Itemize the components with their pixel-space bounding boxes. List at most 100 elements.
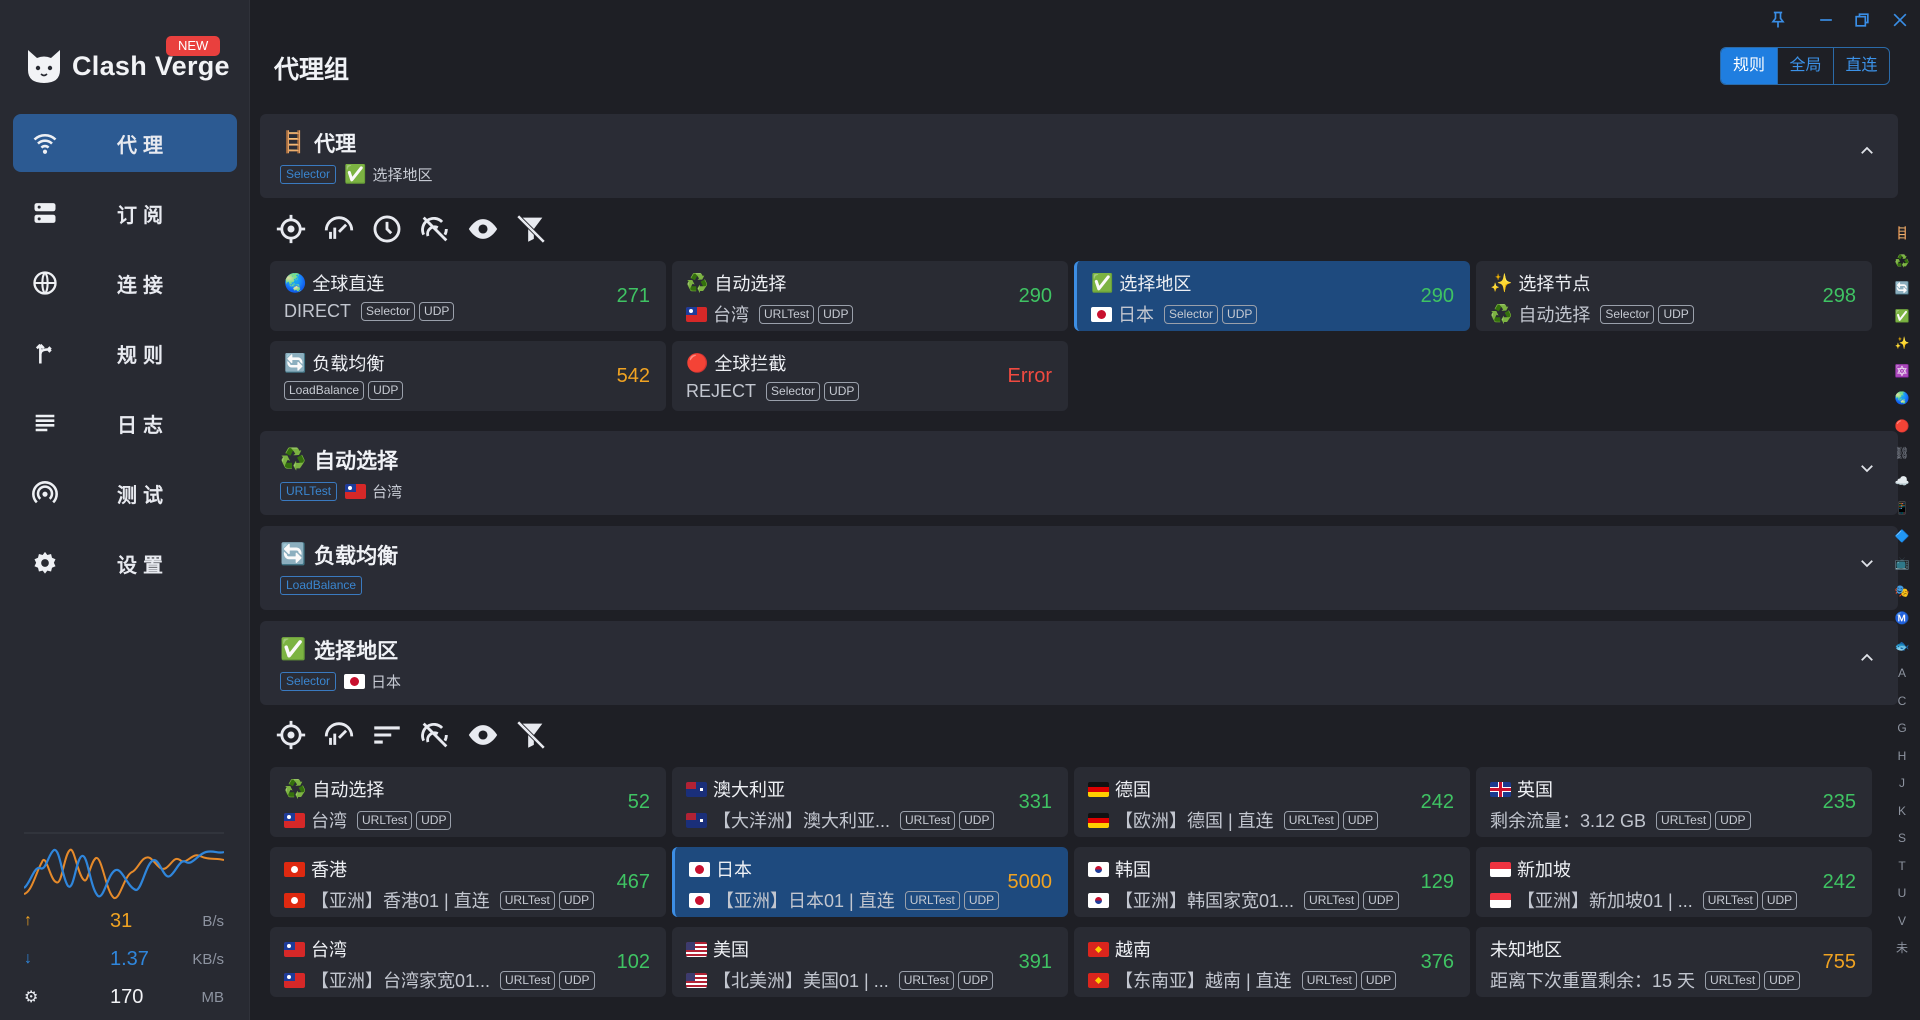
delay-value[interactable]: 755 <box>1823 951 1856 974</box>
chevron-down-icon[interactable] <box>1858 554 1876 572</box>
nav-item-3[interactable]: 规则 <box>13 324 237 382</box>
index-item[interactable]: ✨ <box>1890 330 1914 358</box>
delay-value[interactable]: 271 <box>617 285 650 308</box>
proxy-card[interactable]: ✅ 选择地区 日本 Selector UDP 290 <box>1074 261 1470 331</box>
proxy-card[interactable]: 台湾 【亚洲】台湾家宽01... URLTest UDP 102 <box>270 927 666 997</box>
proxy-card[interactable]: 美国 【北美洲】美国01 | ... URLTest UDP 391 <box>672 927 1068 997</box>
delay-value[interactable]: 391 <box>1019 951 1052 974</box>
index-item[interactable]: A <box>1890 660 1914 688</box>
latency-off-icon[interactable] <box>418 718 452 752</box>
proxy-card[interactable]: 德国 【欧洲】德国 | 直连 URLTest UDP 242 <box>1074 767 1470 837</box>
index-item[interactable]: 📺 <box>1890 550 1914 578</box>
index-item[interactable]: T <box>1890 853 1914 881</box>
pin-icon[interactable] <box>1764 10 1792 34</box>
index-item[interactable]: ✅ <box>1890 303 1914 331</box>
filter-off-icon[interactable] <box>514 718 548 752</box>
sort-icon[interactable] <box>370 718 404 752</box>
index-item[interactable]: 📱 <box>1890 495 1914 523</box>
delay-value[interactable]: 242 <box>1823 871 1856 894</box>
delay-value[interactable]: 129 <box>1421 871 1454 894</box>
index-item[interactable]: 🪜 <box>1890 220 1914 248</box>
index-item[interactable]: 🌏 <box>1890 385 1914 413</box>
proxy-card[interactable]: 澳大利亚 【大洋洲】澳大利亚... URLTest UDP 331 <box>672 767 1068 837</box>
download-unit: KB/s <box>192 950 224 968</box>
eye-icon[interactable] <box>466 212 500 246</box>
nav-item-2[interactable]: 连接 <box>13 254 237 312</box>
index-item[interactable]: 🔷 <box>1890 523 1914 551</box>
index-item[interactable]: J <box>1890 770 1914 798</box>
proxy-card[interactable]: 香港 【亚洲】香港01 | 直连 URLTest UDP 467 <box>270 847 666 917</box>
index-item[interactable]: H <box>1890 743 1914 771</box>
proxy-card[interactable]: 🌏 全球直连 DIRECT Selector UDP 271 <box>270 261 666 331</box>
nav-item-0[interactable]: 代理 <box>13 114 237 172</box>
proxy-card[interactable]: ♻️ 自动选择 台湾 URLTest UDP 52 <box>270 767 666 837</box>
delay-value[interactable]: 467 <box>617 871 650 894</box>
group-header-proxy[interactable]: 🪜 代理 Selector ✅ 选择地区 <box>260 114 1898 198</box>
group-header-loadbalance[interactable]: 🔄 负载均衡 LoadBalance <box>260 526 1898 610</box>
delay-value[interactable]: Error <box>1008 365 1052 388</box>
index-item[interactable]: ♻️ <box>1890 248 1914 276</box>
chevron-up-icon[interactable] <box>1858 142 1876 160</box>
clock-sort-icon[interactable] <box>370 212 404 246</box>
index-item[interactable]: ⛓ <box>1890 440 1914 468</box>
index-item[interactable]: Ⓜ️ <box>1890 605 1914 633</box>
index-item[interactable]: ☁️ <box>1890 468 1914 496</box>
nav-item-1[interactable]: 订阅 <box>13 184 237 242</box>
locate-icon[interactable] <box>274 212 308 246</box>
proxy-tag: UDP <box>959 810 995 830</box>
delay-value[interactable]: 290 <box>1421 285 1454 308</box>
group-header-auto[interactable]: ♻️ 自动选择 URLTest 台湾 <box>260 431 1898 515</box>
delay-value[interactable]: 376 <box>1421 951 1454 974</box>
proxy-card[interactable]: 🔄 负载均衡 LoadBalance UDP 542 <box>270 341 666 411</box>
locate-icon[interactable] <box>274 718 308 752</box>
proxy-card[interactable]: ✨ 选择节点 ♻️ 自动选择 Selector UDP 298 <box>1476 261 1872 331</box>
mode-tab-0[interactable]: 规则 <box>1721 48 1777 84</box>
proxy-card[interactable]: 英国 剩余流量：3.12 GB URLTest UDP 235 <box>1476 767 1872 837</box>
delay-value[interactable]: 242 <box>1421 791 1454 814</box>
nav-item-5[interactable]: 测试 <box>13 464 237 522</box>
latency-off-icon[interactable] <box>418 212 452 246</box>
delay-value[interactable]: 290 <box>1019 285 1052 308</box>
proxy-card[interactable]: 韩国 【亚洲】韩国家宽01... URLTest UDP 129 <box>1074 847 1470 917</box>
delay-value[interactable]: 235 <box>1823 791 1856 814</box>
proxy-card[interactable]: ♻️ 自动选择 台湾 URLTest UDP 290 <box>672 261 1068 331</box>
proxy-card[interactable]: 新加坡 【亚洲】新加坡01 | ... URLTest UDP 242 <box>1476 847 1872 917</box>
delay-value[interactable]: 52 <box>628 791 650 814</box>
mode-tab-1[interactable]: 全局 <box>1777 48 1833 84</box>
delay-value[interactable]: 102 <box>617 951 650 974</box>
index-item[interactable]: 🐟 <box>1890 633 1914 661</box>
delay-value[interactable]: 298 <box>1823 285 1856 308</box>
proxy-card[interactable]: 🔴 全球拦截 REJECT Selector UDP Error <box>672 341 1068 411</box>
group-header-region[interactable]: ✅ 选择地区 Selector 日本 <box>260 621 1898 705</box>
index-item[interactable]: G <box>1890 715 1914 743</box>
index-item[interactable]: U <box>1890 880 1914 908</box>
nav-item-6[interactable]: 设置 <box>13 534 237 592</box>
speed-test-icon[interactable] <box>322 212 356 246</box>
close-icon[interactable] <box>1886 10 1914 34</box>
gear-icon <box>34 551 56 574</box>
index-item[interactable]: C <box>1890 688 1914 716</box>
filter-off-icon[interactable] <box>514 212 548 246</box>
speed-test-icon[interactable] <box>322 718 356 752</box>
delay-value[interactable]: 542 <box>617 365 650 388</box>
proxy-card[interactable]: 越南 【东南亚】越南 | 直连 URLTest UDP 376 <box>1074 927 1470 997</box>
proxy-card[interactable]: 未知地区 距离下次重置剩余：15 天 URLTest UDP 755 <box>1476 927 1872 997</box>
index-item[interactable]: 🔯 <box>1890 358 1914 386</box>
chevron-up-icon[interactable] <box>1858 649 1876 667</box>
restore-icon[interactable] <box>1848 10 1876 34</box>
index-item[interactable]: 未 <box>1890 935 1914 963</box>
chevron-down-icon[interactable] <box>1858 459 1876 477</box>
index-item[interactable]: 🎭 <box>1890 578 1914 606</box>
index-item[interactable]: 🔴 <box>1890 413 1914 441</box>
delay-value[interactable]: 331 <box>1019 791 1052 814</box>
nav-item-4[interactable]: 日志 <box>13 394 237 452</box>
eye-icon[interactable] <box>466 718 500 752</box>
proxy-card[interactable]: 日本 【亚洲】日本01 | 直连 URLTest UDP 5000 <box>672 847 1068 917</box>
delay-value[interactable]: 5000 <box>1008 871 1053 894</box>
index-item[interactable]: V <box>1890 908 1914 936</box>
index-item[interactable]: 🔄 <box>1890 275 1914 303</box>
mode-tab-2[interactable]: 直连 <box>1833 48 1889 84</box>
minimize-icon[interactable] <box>1812 10 1840 34</box>
index-item[interactable]: S <box>1890 825 1914 853</box>
index-item[interactable]: K <box>1890 798 1914 826</box>
